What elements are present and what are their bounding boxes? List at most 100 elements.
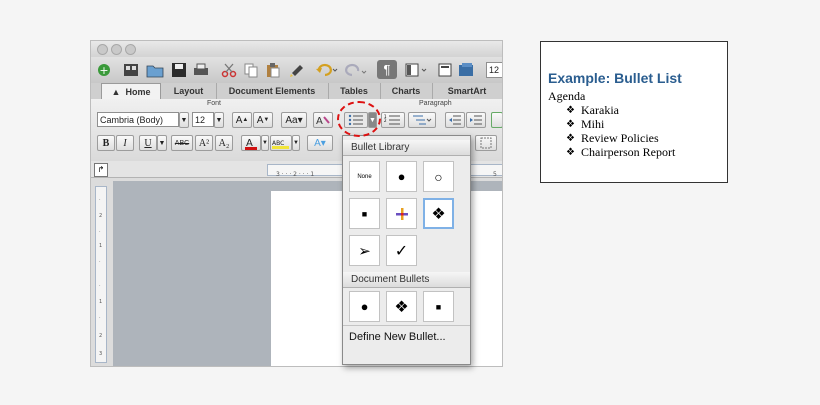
menu-divider — [343, 325, 470, 326]
bold-button[interactable]: B — [97, 135, 115, 151]
show-formatting-icon[interactable]: ¶ — [377, 60, 397, 79]
cut-icon[interactable] — [219, 60, 239, 79]
list-item-text: Review Policies — [581, 131, 659, 145]
tab-home[interactable]: ▲ Home — [101, 83, 161, 100]
media-browser-icon[interactable] — [457, 60, 477, 79]
increase-indent-icon[interactable] — [466, 112, 486, 128]
arrowhead-bullet-icon[interactable]: ➢ — [349, 235, 380, 266]
change-case-icon[interactable]: Aa▾ — [281, 112, 307, 128]
save-icon[interactable] — [169, 60, 189, 79]
minimize-window-button[interactable] — [111, 44, 122, 55]
diamond-bullet-icon[interactable]: ❖ — [386, 291, 417, 322]
italic-button[interactable]: I — [116, 135, 134, 151]
tab-layout[interactable]: Layout — [161, 83, 217, 99]
svg-text:5: 5 — [493, 171, 497, 178]
sort-icon[interactable] — [491, 112, 502, 128]
list-item: ❖ Karakia — [566, 103, 619, 118]
font-group-label: Font — [207, 100, 222, 107]
tab-charts[interactable]: Charts — [380, 83, 433, 99]
highlight-button[interactable]: ABC — [270, 135, 292, 151]
svg-text:1: 1 — [99, 299, 102, 305]
toolbox-icon[interactable] — [435, 60, 455, 79]
svg-text:ABC: ABC — [272, 140, 284, 147]
diamond-bullet-icon: ❖ — [566, 147, 575, 158]
grow-font-icon[interactable]: A ▲ — [232, 112, 252, 128]
font-size-field[interactable]: 12 — [192, 112, 214, 127]
text-effects-icon[interactable]: A▾ — [307, 135, 333, 151]
underline-button[interactable]: U — [139, 135, 157, 151]
font-name-dropdown-icon[interactable]: ▼ — [179, 112, 189, 128]
example-title: Example: Bullet List — [548, 70, 682, 86]
highlight-circle — [337, 101, 381, 137]
svg-text:+: + — [99, 64, 108, 77]
document-bullets-header: Document Bullets — [343, 272, 470, 288]
shrink-font-icon[interactable]: A ▼ — [253, 112, 273, 128]
example-panel: Example: Bullet List Agenda ❖ Karakia ❖ Mi… — [540, 41, 728, 183]
svg-text:3 · · · 2 · · · 1: 3 · · · 2 · · · 1 — [276, 171, 314, 178]
print-icon[interactable] — [191, 60, 211, 79]
diamond-bullet-icon[interactable]: ❖ — [423, 198, 454, 229]
diamond-bullet-icon: ❖ — [566, 119, 575, 130]
filled-circle-bullet-icon[interactable]: ● — [349, 291, 380, 322]
svg-text:2: 2 — [99, 333, 102, 339]
borders-icon[interactable] — [475, 135, 497, 151]
color-cross-bullet-icon[interactable] — [386, 198, 417, 229]
hollow-circle-bullet-icon[interactable]: ○ — [423, 161, 454, 192]
multilevel-list-button[interactable] — [408, 112, 436, 128]
filled-circle-bullet-icon[interactable]: ● — [386, 161, 417, 192]
undo-icon[interactable] — [313, 60, 341, 79]
list-item-text: Karakia — [581, 103, 619, 117]
subscript-button[interactable]: A₂ — [215, 135, 233, 151]
highlight-dropdown-icon[interactable]: ▼ — [292, 135, 300, 151]
diamond-bullet-icon: ❖ — [566, 133, 575, 144]
tab-selector-icon[interactable]: ↱ — [94, 163, 108, 177]
underline-dropdown-icon[interactable]: ▼ — [157, 135, 167, 151]
strikethrough-button[interactable]: ABC — [171, 135, 193, 151]
define-new-bullet-item[interactable]: Define New Bullet... — [349, 331, 446, 343]
svg-text:·: · — [99, 229, 101, 235]
gallery-icon[interactable] — [121, 60, 141, 79]
font-size-dropdown-icon[interactable]: ▼ — [214, 112, 224, 128]
list-item: ❖ Mihi — [566, 117, 604, 132]
square-bullet-icon[interactable]: ■ — [349, 198, 380, 229]
redo-icon[interactable] — [343, 60, 369, 79]
format-painter-icon[interactable] — [287, 60, 307, 79]
none-bullet-icon[interactable]: None — [349, 161, 380, 192]
tab-smartart[interactable]: SmartArt — [432, 83, 502, 99]
title-bar — [91, 41, 502, 57]
tab-document-elements[interactable]: Document Elements — [216, 83, 329, 99]
tab-tables[interactable]: Tables — [328, 83, 381, 99]
copy-icon[interactable] — [241, 60, 261, 79]
diamond-bullet-icon: ❖ — [566, 105, 575, 116]
svg-text:A: A — [316, 116, 323, 126]
svg-text:·: · — [99, 315, 101, 321]
vertical-ruler[interactable]: · 2 · 1 · · 1 · 2 3 — [95, 186, 107, 363]
new-document-icon[interactable]: + — [94, 60, 114, 79]
list-item-text: Mihi — [581, 117, 605, 131]
superscript-button[interactable]: A² — [195, 135, 213, 151]
font-color-button[interactable]: A — [241, 135, 261, 151]
agenda-heading: Agenda — [548, 89, 586, 103]
font-name-field[interactable]: Cambria (Body) — [97, 112, 179, 127]
decrease-indent-icon[interactable] — [445, 112, 465, 128]
numbering-button[interactable]: 12 — [381, 112, 405, 128]
paragraph-group-label: Paragraph — [419, 100, 452, 107]
list-item: ❖ Chairperson Report — [566, 145, 675, 160]
zoom-window-button[interactable] — [125, 44, 136, 55]
square-bullet-icon[interactable]: ■ — [423, 291, 454, 322]
list-item-text: Chairperson Report — [581, 145, 676, 159]
svg-text:3: 3 — [99, 351, 102, 357]
toolbar-zoom-field[interactable]: 12 — [486, 62, 502, 78]
sidebar-toggle-icon[interactable] — [403, 60, 431, 79]
svg-text:1: 1 — [99, 243, 102, 249]
close-window-button[interactable] — [97, 44, 108, 55]
svg-text:·: · — [99, 197, 101, 203]
bullet-dropdown-menu: Bullet Library None ● ○ ■ ❖ ➢ ✓ Document… — [342, 135, 471, 365]
checkmark-bullet-icon[interactable]: ✓ — [386, 235, 417, 266]
home-icon: ▲ — [111, 87, 121, 97]
open-folder-icon[interactable] — [145, 60, 165, 79]
font-color-dropdown-icon[interactable]: ▼ — [261, 135, 269, 151]
svg-text:·: · — [99, 259, 101, 265]
clear-formatting-icon[interactable]: A — [313, 112, 333, 128]
paste-icon[interactable] — [263, 60, 283, 79]
